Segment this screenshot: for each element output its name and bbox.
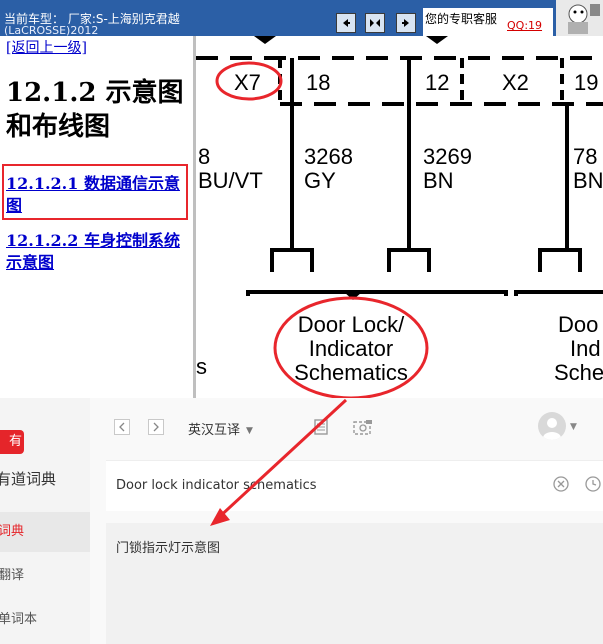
- schematic-link-line1[interactable]: Door Lock/: [298, 312, 405, 337]
- next-page-button[interactable]: [396, 13, 416, 33]
- customer-service-box: 您的专职客服 QQ:19: [423, 8, 553, 36]
- document-icon[interactable]: [312, 418, 330, 436]
- menu-dictionary[interactable]: 词典: [0, 512, 90, 552]
- translation-result: 门锁指示灯示意图: [116, 541, 221, 556]
- translate-mode-dropdown[interactable]: 英汉互译 ▼: [188, 419, 253, 438]
- dict-sidebar: 有道 有道词典 词典 翻译 单词本: [0, 398, 90, 644]
- dict-main: 英汉互译 ▼ ▼ Door lock indicator schematics 门…: [90, 398, 603, 644]
- service-text: 您的专职客服: [425, 12, 498, 26]
- link-body-control-system[interactable]: 12.1.2.2 车身控制系统示意图: [6, 230, 192, 274]
- pin-label: 19: [574, 70, 598, 95]
- circuit-number: 3268: [304, 144, 353, 169]
- schematic-link-line3[interactable]: Schematics: [294, 360, 408, 385]
- arrow-right-icon: [402, 19, 409, 27]
- section-title: 12.1.2 示意图和布线图: [6, 78, 184, 142]
- wire-color: BU/VT: [198, 168, 263, 193]
- pin-label: 18: [306, 70, 330, 95]
- schematic-left-fragment: s: [196, 354, 207, 379]
- qq-link[interactable]: QQ:19: [507, 19, 542, 32]
- toggle-page-button[interactable]: [365, 13, 385, 33]
- circuit-number: 8: [198, 144, 210, 169]
- top-header-bar: 当前车型： 厂家:S-上海别克君越 (LaCROSSE)2012 您的专职客服 …: [0, 0, 603, 36]
- link-data-communication[interactable]: 12.1.2.1 数据通信示意图: [6, 173, 188, 217]
- youdao-logo: 有道: [0, 430, 24, 454]
- pin-label: 12: [425, 70, 449, 95]
- current-car-model-sub: (LaCROSSE)2012: [4, 24, 99, 36]
- menu-dictionary-label: 词典: [0, 524, 25, 539]
- youdao-dictionary-window: 有道 有道词典 词典 翻译 单词本 英汉互译 ▼ ▼ Door lock indi…: [0, 398, 603, 644]
- wiring-schematic: X7 18 12 X2 19 8 BU/VT 3268 GY 3269 BN 7…: [196, 36, 603, 398]
- schematic-side-line2: Ind: [570, 336, 601, 361]
- wire-color: GY: [304, 168, 336, 193]
- schematic-side-line3: Sche: [554, 360, 603, 385]
- chevron-left-icon: [119, 422, 125, 432]
- wire-color: BN: [573, 168, 603, 193]
- circuit-number: 78: [573, 144, 597, 169]
- clear-icon[interactable]: [552, 475, 570, 493]
- prev-page-button[interactable]: [336, 13, 356, 33]
- schematic-side-line1: Doo: [558, 312, 598, 337]
- translation-result-box: 门锁指示灯示意图: [106, 523, 603, 644]
- back-link[interactable]: [返回上一级]: [6, 37, 87, 57]
- terminals: [246, 248, 603, 296]
- back-button[interactable]: [114, 419, 130, 435]
- menu-translate-label: 翻译: [0, 568, 25, 583]
- arrow-both-icon: [370, 19, 380, 27]
- query-input-box[interactable]: Door lock indicator schematics: [106, 460, 603, 511]
- mascot-image: [556, 0, 603, 36]
- avatar-caret-icon[interactable]: ▼: [570, 422, 577, 432]
- user-avatar[interactable]: [538, 412, 566, 440]
- history-clock-icon[interactable]: [584, 475, 602, 493]
- user-icon: [543, 418, 561, 440]
- connector-label: X7: [234, 70, 261, 95]
- schematic-drawing: X7 18 12 X2 19 8 BU/VT 3268 GY 3269 BN 7…: [196, 36, 603, 398]
- screenshot-camera-icon[interactable]: [352, 418, 374, 436]
- connector-label: X2: [502, 70, 529, 95]
- menu-wordbook[interactable]: 单词本: [0, 600, 90, 640]
- caret-down-icon: ▼: [246, 426, 253, 436]
- menu-translate[interactable]: 翻译: [0, 556, 90, 596]
- left-navigation-panel: [返回上一级] 12.1.2 示意图和布线图 12.1.2.1 数据通信示意图 …: [0, 36, 196, 398]
- brand-name: 有道词典: [0, 470, 57, 488]
- menu-wordbook-label: 单词本: [0, 612, 38, 627]
- chevron-right-icon: [153, 422, 159, 432]
- query-input[interactable]: Door lock indicator schematics: [116, 478, 317, 493]
- arrow-left-icon: [343, 19, 350, 27]
- wire-color: BN: [423, 168, 454, 193]
- circuit-number: 3269: [423, 144, 472, 169]
- translate-mode-label: 英汉互译: [188, 423, 241, 438]
- mascot-icon: [568, 4, 600, 34]
- schematic-link-line2[interactable]: Indicator: [309, 336, 393, 361]
- forward-button[interactable]: [148, 419, 164, 435]
